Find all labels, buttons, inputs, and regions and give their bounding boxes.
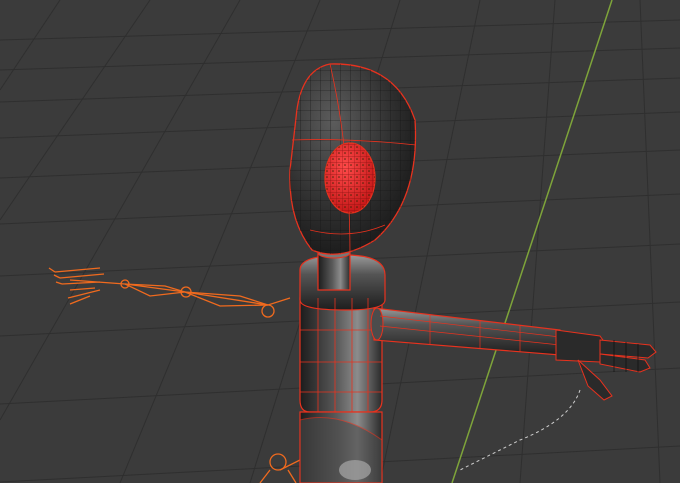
arm-right-mesh[interactable] xyxy=(370,307,561,356)
armature-left-arm[interactable] xyxy=(48,267,291,318)
relationship-line xyxy=(459,389,581,471)
y-axis-line xyxy=(451,0,613,483)
eye-mesh[interactable] xyxy=(324,142,376,214)
lower-body-mesh[interactable] xyxy=(299,411,383,483)
3d-viewport[interactable] xyxy=(0,0,680,483)
viewport-canvas[interactable] xyxy=(0,0,680,483)
hand-right-mesh[interactable] xyxy=(555,329,657,401)
